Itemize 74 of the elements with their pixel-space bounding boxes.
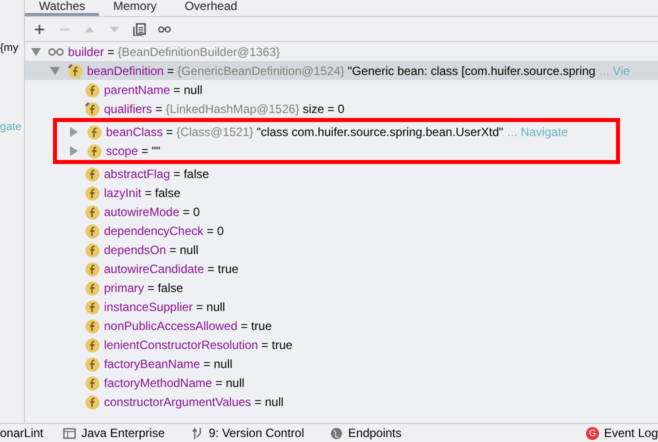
variable-text: beanDefinition = {GenericBeanDefinition@1524} "Generic bean: class [com.huifer.source.spring: [87, 64, 596, 78]
collapsed-arrow-icon[interactable]: [70, 126, 78, 136]
field-icon: [86, 142, 102, 158]
variable-text: lazyInit = false: [104, 186, 180, 200]
field-icon: [84, 318, 100, 334]
field-icon: [84, 298, 100, 314]
tree-row[interactable]: dependencyCheck = 0: [25, 221, 658, 240]
field-pin-icon: [67, 62, 83, 78]
variable-text: instanceSupplier = null: [104, 300, 226, 314]
variable-text: dependencyCheck = 0: [104, 224, 224, 238]
tree-row[interactable]: nonPublicAccessAllowed = true: [25, 316, 658, 335]
tree-row[interactable]: lenientConstructorResolution = true: [25, 335, 658, 354]
collapsed-arrow-icon[interactable]: [70, 146, 78, 156]
tree-row[interactable]: abstractFlag = false: [25, 164, 658, 183]
tree-row[interactable]: autowireCandidate = true: [25, 259, 658, 278]
cut-off-text: {my: [0, 42, 18, 54]
tab[interactable]: Overhead: [170, 0, 252, 13]
copy-icon[interactable]: [133, 22, 146, 36]
tree-row[interactable]: factoryMethodName = null: [25, 373, 658, 392]
variable-text: factoryMethodName = null: [104, 376, 244, 390]
variable-text: scope = "": [106, 144, 160, 158]
tab[interactable]: Memory: [99, 0, 171, 13]
tool-window-button[interactable]: onarLint: [0, 426, 44, 440]
field-pin-icon: [84, 100, 100, 116]
tree-row[interactable]: qualifiers = {LinkedHashMap@1526} size = 0: [25, 99, 658, 118]
field-icon: [86, 124, 102, 140]
cut-off-text: gate: [0, 121, 22, 133]
branch-icon: [190, 426, 204, 440]
field-icon: [84, 280, 100, 296]
tree-row[interactable]: constructorArgumentValues = null: [25, 392, 658, 411]
window-icon: [63, 426, 76, 440]
expanded-arrow-icon[interactable]: [50, 66, 60, 74]
tool-window-button[interactable]: 9: Version Control: [208, 426, 304, 440]
field-icon: [84, 394, 100, 410]
variable-text: builder = {BeanDefinitionBuilder@1363}: [68, 44, 280, 58]
tree-row[interactable]: factoryBeanName = null: [25, 354, 658, 373]
field-icon: [84, 260, 100, 276]
tree-row[interactable]: primary = false: [25, 278, 658, 297]
plus-icon[interactable]: [33, 22, 46, 36]
variable-text: qualifiers = {LinkedHashMap@1526} size = 0: [104, 102, 344, 116]
variable-text: nonPublicAccessAllowed = true: [104, 318, 272, 332]
variable-text: constructorArgumentValues = null: [104, 394, 284, 408]
field-icon: [84, 82, 100, 98]
tool-window-button[interactable]: Event Log: [604, 426, 658, 440]
tree-row[interactable]: autowireMode = 0: [25, 202, 658, 221]
tool-window-button[interactable]: Endpoints: [348, 426, 402, 440]
tree-row[interactable]: parentName = null: [25, 80, 658, 99]
variable-text: autowireMode = 0: [104, 204, 200, 218]
field-icon: [84, 166, 100, 182]
tree-row[interactable]: lazyInit = false: [25, 183, 658, 202]
field-icon: [84, 204, 100, 220]
variable-text: factoryBeanName = null: [104, 356, 232, 370]
glasses-icon: [48, 46, 64, 56]
variable-text: autowireCandidate = true: [104, 262, 238, 276]
field-icon: [84, 336, 100, 352]
variable-text: lenientConstructorResolution = true: [104, 338, 292, 352]
field-icon: [84, 356, 100, 372]
variable-text: primary = false: [104, 280, 184, 294]
field-icon: [84, 222, 100, 238]
field-icon: [84, 374, 100, 390]
tree-row[interactable]: dependsOn = null: [25, 240, 658, 259]
tree-row[interactable]: instanceSupplier = null: [25, 297, 658, 316]
notification-badge: G: [586, 426, 599, 440]
variable-text: parentName = null: [104, 82, 202, 96]
variable-text: dependsOn = null: [104, 242, 198, 256]
variable-text: beanClass = {Class@1521} "class com.huifer.source.spring.bean.UserXtd": [106, 124, 504, 138]
tree-row[interactable]: scope = "": [57, 141, 616, 160]
tree-row[interactable]: beanClass = {Class@1521} "class com.huifer.source.spring.bean.UserXtd" ... Navigate: [57, 122, 616, 141]
tool-window-button[interactable]: Java Enterprise: [81, 426, 165, 440]
field-icon: [84, 242, 100, 258]
variable-text: abstractFlag = false: [104, 166, 210, 180]
field-icon: [84, 184, 100, 200]
globe-icon: [330, 426, 344, 440]
selected-row[interactable]: beanDefinition = {GenericBeanDefinition@1524} "Generic bean: class [com.huifer.source.spring ... Vie: [25, 61, 658, 80]
